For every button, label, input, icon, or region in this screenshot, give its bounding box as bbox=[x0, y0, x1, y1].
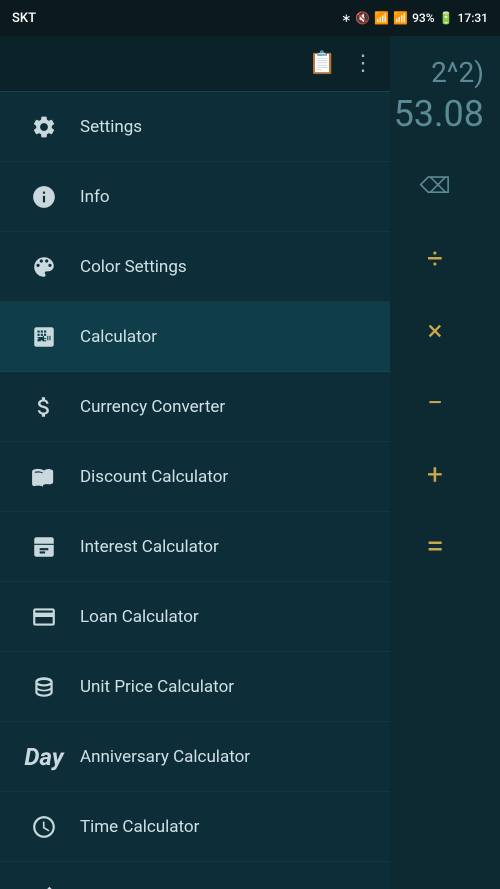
sidebar-item-unit-converter[interactable]: Unit Converter bbox=[0, 862, 390, 889]
info-icon bbox=[20, 173, 68, 221]
time-calculator-label: Time Calculator bbox=[80, 817, 199, 837]
unit-price-calculator-label: Unit Price Calculator bbox=[80, 677, 234, 697]
sidebar-item-time-calculator[interactable]: Time Calculator bbox=[0, 792, 390, 862]
sidebar-item-info[interactable]: Info bbox=[0, 162, 390, 232]
time-icon bbox=[20, 803, 68, 851]
color-settings-label: Color Settings bbox=[80, 257, 187, 277]
sidebar-item-loan-calculator[interactable]: Loan Calculator bbox=[0, 582, 390, 652]
loan-calculator-label: Loan Calculator bbox=[80, 607, 199, 627]
menu-list: Settings Info Color Settings Calculator bbox=[0, 92, 390, 889]
time-label: 17:31 bbox=[458, 11, 488, 25]
sidebar-item-interest-calculator[interactable]: Interest Calculator bbox=[0, 512, 390, 582]
multiply-button[interactable]: × bbox=[405, 300, 465, 360]
clipboard-icon[interactable]: 📋 bbox=[309, 51, 336, 76]
sidebar-item-color-settings[interactable]: Color Settings bbox=[0, 232, 390, 302]
calculator-label: Calculator bbox=[80, 327, 157, 347]
battery-icon: 🔋 bbox=[439, 11, 454, 25]
plus-button[interactable]: + bbox=[405, 444, 465, 504]
equals-button[interactable]: = bbox=[405, 516, 465, 576]
anniversary-calculator-label: Anniversary Calculator bbox=[80, 747, 250, 767]
divide-button[interactable]: ÷ bbox=[405, 228, 465, 288]
sidebar-item-currency-converter[interactable]: Currency Converter bbox=[0, 372, 390, 442]
sidebar-item-anniversary-calculator[interactable]: Day Anniversary Calculator bbox=[0, 722, 390, 792]
navigation-drawer: 📋 ⋮ Settings Info Color Settings bbox=[0, 36, 390, 889]
sidebar-item-settings[interactable]: Settings bbox=[0, 92, 390, 162]
currency-converter-label: Currency Converter bbox=[80, 397, 225, 417]
calculator-icon bbox=[20, 313, 68, 361]
battery-label: 93% bbox=[412, 11, 434, 25]
interest-icon bbox=[20, 523, 68, 571]
ruler-icon bbox=[20, 873, 68, 889]
currency-icon bbox=[20, 383, 68, 431]
unit-price-icon bbox=[20, 663, 68, 711]
discount-calculator-label: Discount Calculator bbox=[80, 467, 228, 487]
sidebar-item-discount-calculator[interactable]: Discount Calculator bbox=[0, 442, 390, 512]
drawer-header: 📋 ⋮ bbox=[0, 36, 390, 92]
anniversary-icon: Day bbox=[20, 733, 68, 781]
wifi-icon: 📶 bbox=[374, 11, 389, 25]
info-label: Info bbox=[80, 187, 110, 207]
bluetooth-icon: ∗ bbox=[341, 11, 351, 25]
minus-button[interactable]: − bbox=[405, 372, 465, 432]
interest-calculator-label: Interest Calculator bbox=[80, 537, 219, 557]
status-bar: SKT ∗ 🔇 📶 📶 93% 🔋 17:31 bbox=[0, 0, 500, 36]
loan-icon bbox=[20, 593, 68, 641]
backspace-button[interactable]: ⌫ bbox=[405, 156, 465, 216]
more-options-icon[interactable]: ⋮ bbox=[352, 51, 374, 76]
sidebar-item-unit-price-calculator[interactable]: Unit Price Calculator bbox=[0, 652, 390, 722]
sidebar-item-calculator[interactable]: Calculator bbox=[0, 302, 390, 372]
discount-icon bbox=[20, 453, 68, 501]
carrier-label: SKT bbox=[12, 11, 36, 26]
color-settings-icon bbox=[20, 243, 68, 291]
settings-icon bbox=[20, 103, 68, 151]
settings-label: Settings bbox=[80, 117, 142, 137]
mute-icon: 🔇 bbox=[355, 11, 370, 25]
status-icons: ∗ 🔇 📶 📶 93% 🔋 17:31 bbox=[341, 11, 488, 25]
signal-icon: 📶 bbox=[393, 11, 408, 25]
